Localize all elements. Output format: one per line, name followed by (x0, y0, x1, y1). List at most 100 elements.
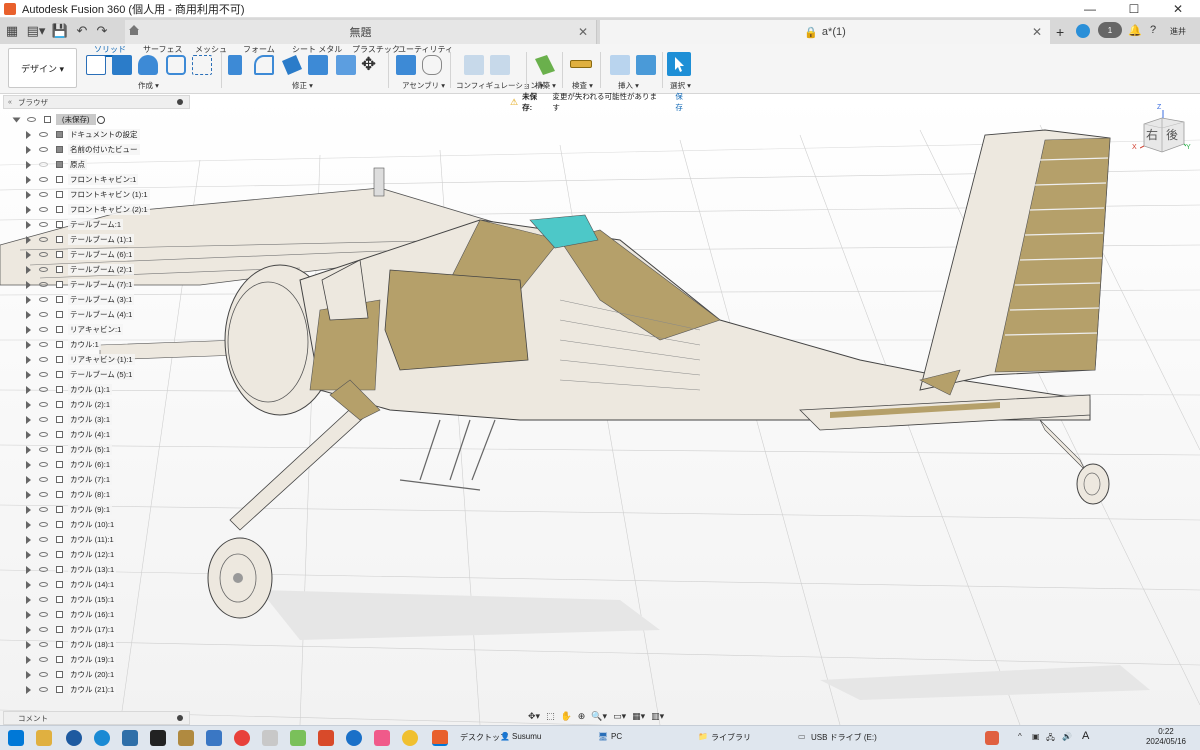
modify-group-label[interactable]: 修正 ▾ (292, 80, 313, 91)
network-icon[interactable]: 🖧 (1046, 732, 1055, 746)
visibility-eye-icon[interactable] (39, 267, 48, 272)
expand-triangle-icon[interactable] (26, 655, 31, 664)
configure-group-label[interactable]: コンフィギュレーション ▾ (456, 80, 544, 91)
taskbar-pc-label[interactable]: PC (611, 732, 622, 741)
expand-triangle-icon[interactable] (26, 160, 31, 169)
close-window-button[interactable]: ✕ (1156, 0, 1200, 18)
volume-icon[interactable]: 🔊 (1062, 732, 1072, 741)
mail-icon[interactable] (206, 730, 222, 746)
taskbar-user-label[interactable]: Susumu (512, 732, 541, 741)
browser-node[interactable]: カウル (12):1 (0, 547, 190, 562)
browser-root-node[interactable]: (未保存) (0, 112, 190, 127)
visibility-eye-icon[interactable] (39, 432, 48, 437)
lightbulb-icon[interactable] (402, 730, 418, 746)
expand-triangle-icon[interactable] (26, 445, 31, 454)
visibility-eye-icon[interactable] (39, 477, 48, 482)
visibility-eye-icon[interactable] (39, 312, 48, 317)
expand-triangle-icon[interactable] (26, 490, 31, 499)
browser-node[interactable]: テールブーム (7):1 (0, 277, 190, 292)
app-icon[interactable] (262, 730, 278, 746)
expand-triangle-icon[interactable] (26, 460, 31, 469)
pan-hand-icon[interactable]: ✋ (561, 711, 572, 722)
assemble-group-label[interactable]: アセンブリ ▾ (402, 80, 445, 91)
expand-triangle-icon[interactable] (26, 175, 31, 184)
pattern-icon[interactable] (192, 55, 212, 75)
expand-triangle-icon[interactable] (26, 145, 31, 154)
visibility-eye-icon[interactable] (39, 192, 48, 197)
expand-triangle-icon[interactable] (26, 265, 31, 274)
expand-triangle-icon[interactable] (26, 535, 31, 544)
user-account[interactable]: 進井 (1170, 23, 1194, 39)
collapse-double-chevron-icon[interactable]: « (8, 99, 12, 106)
visibility-eye-icon[interactable] (39, 447, 48, 452)
app-icon[interactable] (178, 730, 194, 746)
expand-triangle-icon[interactable] (26, 130, 31, 139)
new-component-icon[interactable] (396, 55, 416, 75)
visibility-eye-icon[interactable] (39, 132, 48, 137)
expand-triangle-icon[interactable] (26, 565, 31, 574)
configuration-table-icon[interactable] (490, 55, 510, 75)
browser-node[interactable]: ドキュメントの設定 (0, 127, 190, 142)
visibility-eye-icon[interactable] (39, 582, 48, 587)
visibility-eye-icon[interactable] (39, 417, 48, 422)
workspace-switcher[interactable]: デザイン ▾ (8, 48, 77, 88)
orbit-icon[interactable]: ✥▾ (528, 711, 540, 722)
music-icon[interactable] (374, 730, 390, 746)
notifications-bell-icon[interactable]: 🔔 (1128, 24, 1142, 37)
visibility-eye-icon[interactable] (39, 537, 48, 542)
select-cursor-icon[interactable] (667, 52, 691, 76)
browser-node[interactable]: カウル (9):1 (0, 502, 190, 517)
viewports-icon[interactable]: ▥▾ (651, 711, 664, 722)
visibility-eye-icon[interactable] (39, 372, 48, 377)
grid-settings-icon[interactable]: ▦▾ (632, 711, 645, 722)
browser-node[interactable]: カウル (8):1 (0, 487, 190, 502)
browser-node[interactable]: カウル (1):1 (0, 382, 190, 397)
expand-triangle-icon[interactable] (26, 340, 31, 349)
tab-active-document[interactable]: 🔒 a*(1) ✕ (600, 20, 1050, 44)
browser-node[interactable]: カウル (17):1 (0, 622, 190, 637)
browser-node[interactable]: フロントキャビン (2):1 (0, 202, 190, 217)
expand-triangle-icon[interactable] (26, 280, 31, 289)
browser-node[interactable]: カウル (13):1 (0, 562, 190, 577)
expand-triangle-icon[interactable] (26, 220, 31, 229)
start-icon[interactable] (8, 730, 24, 746)
edge-icon[interactable] (94, 730, 110, 746)
expand-triangle-icon[interactable] (26, 355, 31, 364)
chamfer-icon[interactable] (282, 55, 302, 75)
measure-icon[interactable] (570, 60, 592, 68)
save-icon[interactable]: 💾 (48, 19, 72, 43)
browser-node[interactable]: カウル (18):1 (0, 637, 190, 652)
visibility-eye-icon[interactable] (39, 492, 48, 497)
expand-triangle-icon[interactable] (26, 190, 31, 199)
tray-chevron-icon[interactable]: ^ (1018, 732, 1022, 741)
fusion-taskbar-icon[interactable] (432, 730, 448, 746)
expand-triangle-icon[interactable] (26, 370, 31, 379)
browser-node[interactable]: カウル (6):1 (0, 457, 190, 472)
visibility-eye-icon[interactable] (39, 252, 48, 257)
app-icon[interactable] (122, 730, 138, 746)
visibility-eye-icon[interactable] (39, 387, 48, 392)
extrude-icon[interactable] (112, 55, 132, 75)
notification-badge-icon[interactable] (985, 731, 999, 745)
app-icon[interactable] (66, 730, 82, 746)
expand-triangle-icon[interactable] (26, 250, 31, 259)
activate-radio-icon[interactable] (97, 115, 105, 124)
visibility-eye-icon[interactable] (39, 282, 48, 287)
app-grid-icon[interactable]: ▦ (0, 19, 24, 43)
tab-surface[interactable]: サーフェス (143, 44, 183, 55)
expand-triangle-icon[interactable] (26, 580, 31, 589)
construct-group-label[interactable]: 構築 ▾ (535, 80, 556, 91)
extensions-icon[interactable] (1076, 24, 1090, 38)
chrome-icon[interactable] (234, 730, 250, 746)
inspect-group-label[interactable]: 検査 ▾ (572, 80, 593, 91)
expand-triangle-icon[interactable] (26, 235, 31, 244)
visibility-eye-icon[interactable] (39, 687, 48, 692)
close-tab-icon[interactable]: ✕ (578, 25, 588, 39)
visibility-eye-icon[interactable] (39, 357, 48, 362)
expand-triangle-icon[interactable] (26, 595, 31, 604)
insert-derive-icon[interactable] (610, 55, 630, 75)
expand-triangle-icon[interactable] (26, 520, 31, 529)
create-group-label[interactable]: 作成 ▾ (138, 80, 159, 91)
app-icon[interactable] (150, 730, 166, 746)
usb-drive-icon[interactable]: ▭ (798, 732, 806, 741)
